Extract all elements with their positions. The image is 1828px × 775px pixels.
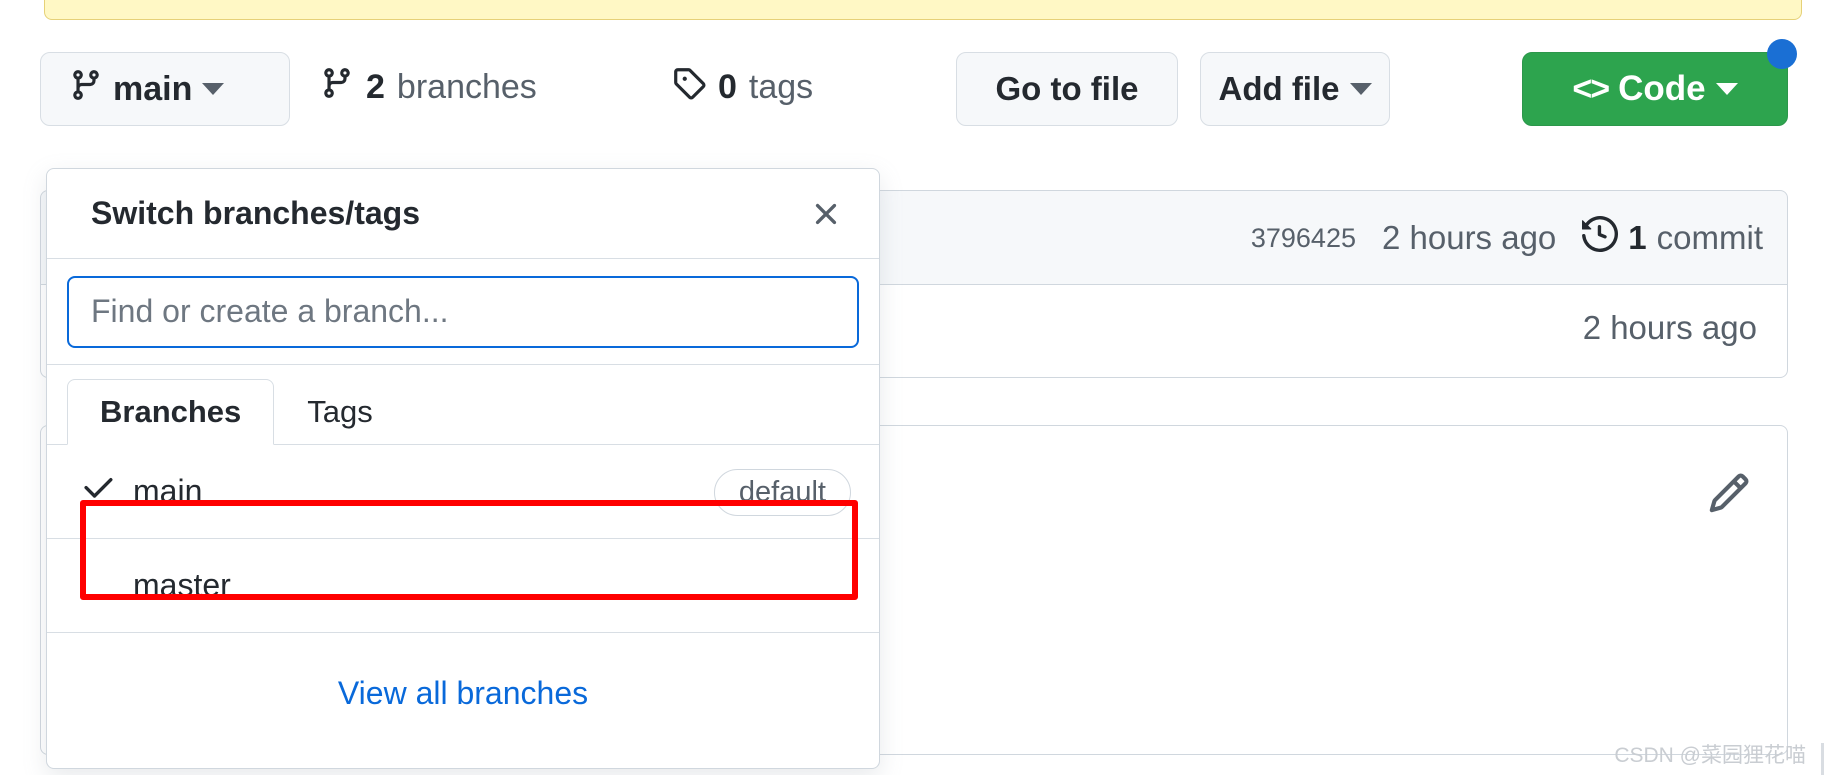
branch-name: main bbox=[133, 473, 203, 509]
commit-sha[interactable]: 3796425 bbox=[1251, 223, 1356, 254]
tags-count-link[interactable]: 0 tags bbox=[672, 66, 813, 109]
chevron-down-icon bbox=[202, 83, 225, 95]
code-button[interactable]: <> Code bbox=[1522, 39, 1797, 126]
list-item-branch-main[interactable]: main default bbox=[47, 445, 879, 539]
tag-icon bbox=[672, 66, 706, 109]
popover-header: Switch branches/tags bbox=[47, 169, 879, 259]
chevron-down-icon bbox=[1715, 83, 1738, 95]
branch-search-input[interactable] bbox=[67, 275, 859, 348]
branch-selector-label: main bbox=[113, 69, 193, 108]
commit-relative-time: 2 hours ago bbox=[1381, 219, 1557, 256]
commit-count-number: 1 bbox=[1628, 219, 1647, 256]
branches-label: branches bbox=[396, 68, 537, 106]
chevron-down-icon bbox=[1349, 83, 1372, 95]
branch-selector-button[interactable]: main bbox=[40, 52, 290, 126]
list-item-branch-master[interactable]: master bbox=[47, 539, 879, 633]
code-brackets-icon: <> bbox=[1572, 69, 1610, 108]
tab-tags[interactable]: Tags bbox=[274, 379, 405, 445]
go-to-file-button[interactable]: Go to file bbox=[956, 52, 1178, 126]
popover-tabs: Branches Tags bbox=[47, 365, 879, 445]
tags-count: 0 bbox=[718, 68, 737, 106]
default-badge: default bbox=[713, 469, 851, 516]
tags-label: tags bbox=[748, 68, 814, 106]
popover-search-row bbox=[47, 259, 879, 365]
check-icon bbox=[81, 469, 133, 514]
watermark-text: CSDN @菜园狸花喵 bbox=[1614, 744, 1806, 767]
code-button-label: Code bbox=[1618, 69, 1706, 108]
commit-history-link[interactable]: 1 commit bbox=[1582, 215, 1763, 260]
tab-branches[interactable]: Branches bbox=[67, 379, 275, 445]
add-file-button[interactable]: Add file bbox=[1200, 52, 1390, 126]
branches-count-link[interactable]: 2 branches bbox=[320, 66, 537, 109]
branch-icon bbox=[69, 68, 103, 110]
branch-switch-popover: Switch branches/tags Branches Tags main … bbox=[46, 168, 880, 769]
branches-count: 2 bbox=[366, 68, 385, 106]
github-repo-page: 3796425 2 hours ago 1 commit 2 hours ago bbox=[0, 0, 1828, 775]
history-clock-icon bbox=[1582, 215, 1619, 260]
view-all-branches-link[interactable]: View all branches bbox=[47, 633, 879, 753]
notice-banner bbox=[44, 0, 1802, 20]
file-row-time: 2 hours ago bbox=[1582, 309, 1757, 346]
latest-commit-meta: 3796425 2 hours ago 1 commit bbox=[1251, 191, 1763, 285]
commit-count-label: commit bbox=[1656, 219, 1763, 256]
repo-toolbar: main 2 branches 0 tags Go to file Add fi… bbox=[0, 39, 1828, 138]
close-icon[interactable] bbox=[803, 191, 849, 237]
branch-name: master bbox=[133, 567, 231, 603]
cursor-dot-indicator bbox=[1767, 39, 1797, 69]
pencil-icon[interactable] bbox=[1707, 471, 1751, 520]
add-file-label: Add file bbox=[1218, 70, 1340, 107]
go-to-file-label: Go to file bbox=[995, 70, 1139, 107]
popover-title: Switch branches/tags bbox=[91, 195, 420, 231]
scrollbar-tick[interactable] bbox=[1821, 743, 1824, 775]
branch-icon bbox=[320, 66, 354, 109]
